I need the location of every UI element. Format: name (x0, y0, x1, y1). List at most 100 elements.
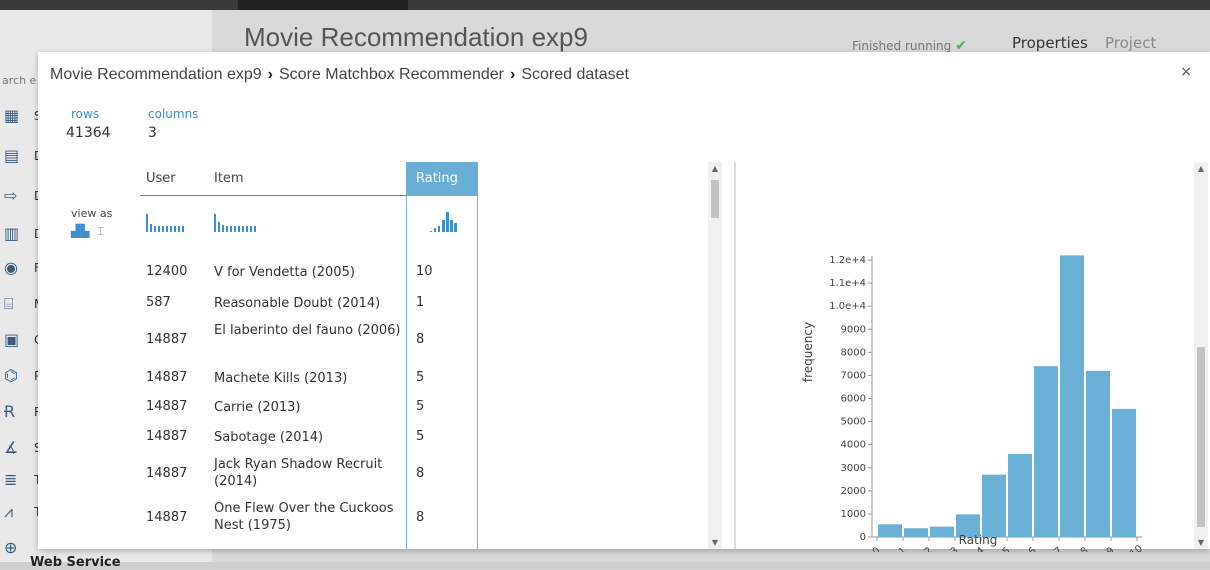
cell-rating: 5 (416, 429, 425, 444)
y-tick-label: 9000 (841, 324, 866, 335)
tab-properties[interactable]: Properties (1012, 34, 1088, 52)
histogram-bar (1034, 366, 1058, 537)
statistical-icon[interactable]: ∡ (4, 438, 24, 458)
table-scroll-thumb[interactable] (711, 180, 719, 218)
cell-rating: 5 (416, 370, 425, 385)
x-tick-label: 5 (1001, 545, 1013, 552)
histogram-bar (1112, 408, 1136, 537)
text-analytics-icon[interactable]: ≣ (4, 470, 24, 490)
breadcrumb: Movie Recommendation exp9 › Score Matchbox… (50, 66, 629, 84)
rating-histogram-thumbnail[interactable] (418, 212, 464, 232)
chart-scrollbar[interactable]: ▲ ▼ (1194, 162, 1208, 549)
cell-item: Reasonable Doubt (2014) (214, 296, 381, 311)
table-scrollbar[interactable]: ▲ ▼ (708, 162, 722, 549)
header-underline (140, 195, 406, 196)
boxplot-view-icon[interactable]: ⌶ (97, 224, 104, 238)
cell-rating: 10 (416, 264, 433, 279)
breadcrumb-experiment[interactable]: Movie Recommendation exp9 (50, 66, 262, 83)
y-axis-label: frequency (801, 322, 815, 382)
user-histogram-thumbnail[interactable] (146, 212, 188, 232)
run-status-text: Finished running (852, 39, 952, 53)
y-axis: 0 1000 2000 3000 4000 5000 6000 7000 8000 9000 1.0… (829, 255, 873, 543)
dataset-visualization-dialog: Movie Recommendation exp9 › Score Matchbox… (38, 52, 1210, 552)
cell-user: 14887 (146, 466, 188, 481)
cell-rating: 8 (416, 510, 425, 525)
cell-rating: 8 (416, 332, 425, 347)
chart-scroll-thumb[interactable] (1197, 347, 1205, 527)
cell-item: One Flew Over the Cuckoos Nest (1975) (214, 501, 394, 533)
cell-user: 587 (146, 295, 171, 310)
search-input[interactable]: arch e (2, 74, 36, 87)
histogram-view-icon[interactable]: ▟▙ (71, 224, 89, 238)
scroll-down-icon[interactable]: ▼ (708, 538, 722, 547)
app-topbar (0, 0, 1210, 10)
column-header-rating[interactable]: Rating (406, 162, 478, 196)
web-service-icon[interactable]: ⊕ (4, 538, 24, 558)
close-button[interactable]: × (1180, 64, 1192, 80)
y-tick-label: 4000 (841, 440, 866, 451)
cell-item: Carrie (2013) (214, 400, 301, 415)
y-tick-label: 1000 (841, 509, 866, 520)
panel-divider (734, 162, 736, 549)
tab-project[interactable]: Project (1105, 34, 1156, 52)
cell-user: 14887 (146, 429, 188, 444)
cell-rating: 1 (416, 295, 425, 310)
y-tick-label: 1.0e+4 (829, 301, 866, 312)
column-header-item[interactable]: Item (214, 162, 244, 196)
breadcrumb-dataset: Scored dataset (521, 66, 629, 83)
histogram-bar (1060, 255, 1084, 537)
experiment-title: Movie Recommendation exp9 (244, 22, 588, 52)
histogram-bar (904, 528, 928, 537)
x-tick-label: 8 (1079, 545, 1091, 552)
column-header-user[interactable]: User (146, 162, 176, 196)
columns-label: columns (148, 107, 199, 121)
y-tick-label: 7000 (841, 370, 866, 381)
opencv-icon[interactable]: ▣ (4, 330, 24, 350)
cell-item: El laberinto del fauno (2006) (214, 323, 401, 338)
data-input-icon[interactable]: ⇨ (4, 186, 24, 206)
time-series-icon[interactable]: ⩘ (4, 502, 24, 522)
r-language-icon[interactable]: Ɍ (4, 402, 24, 422)
view-as-label: view as (71, 207, 113, 220)
y-tick-label: 1.1e+4 (829, 278, 866, 289)
y-tick-label: 0 (860, 532, 866, 543)
y-tick-label: 6000 (841, 394, 866, 405)
histogram-bars (878, 255, 1136, 537)
cell-user: 14887 (146, 510, 188, 525)
histogram-bar (878, 524, 902, 537)
cell-item: Sabotage (2014) (214, 430, 324, 445)
chevron-right-icon: › (509, 66, 516, 83)
x-tick-label: 2 (923, 545, 935, 552)
web-service-category[interactable]: Web Service (30, 555, 121, 570)
scroll-up-icon[interactable]: ▲ (708, 164, 722, 173)
cell-rating: 8 (416, 466, 425, 481)
breadcrumb-module[interactable]: Score Matchbox Recommender (279, 66, 504, 83)
chevron-right-icon: › (267, 66, 273, 83)
scroll-up-icon[interactable]: ▲ (1194, 164, 1208, 173)
histogram-bar (982, 474, 1006, 537)
item-histogram-thumbnail[interactable] (214, 212, 260, 232)
y-tick-label: 2000 (841, 486, 866, 497)
y-tick-label: 3000 (841, 463, 866, 474)
cell-item: V for Vendetta (2005) (214, 265, 355, 280)
data-transform-icon[interactable]: ▥ (4, 224, 24, 244)
y-tick-label: 5000 (841, 417, 866, 428)
cell-item: Jack Ryan Shadow Recruit (2014) (214, 457, 383, 489)
feature-selection-icon[interactable]: ◉ (4, 258, 24, 278)
y-tick-label: 1.2e+4 (829, 255, 866, 266)
x-axis-label: Rating (959, 533, 998, 547)
active-tab-strip (238, 0, 408, 10)
histogram-bar (1008, 453, 1032, 537)
cell-user: 14887 (146, 332, 188, 347)
rows-value: 41364 (66, 125, 111, 141)
python-icon[interactable]: ⌬ (4, 366, 24, 386)
data-format-icon[interactable]: ▤ (4, 146, 24, 166)
scroll-down-icon[interactable]: ▼ (1194, 538, 1208, 547)
x-tick-label: 9 (1105, 545, 1117, 552)
saved-datasets-icon[interactable]: ▦ (4, 106, 24, 126)
x-tick-label: 10 (1128, 543, 1145, 552)
histogram-bar (930, 526, 954, 537)
machine-learning-icon[interactable]: ⌸ (4, 294, 24, 314)
cell-user: 12400 (146, 264, 188, 279)
cell-user: 14887 (146, 399, 188, 414)
